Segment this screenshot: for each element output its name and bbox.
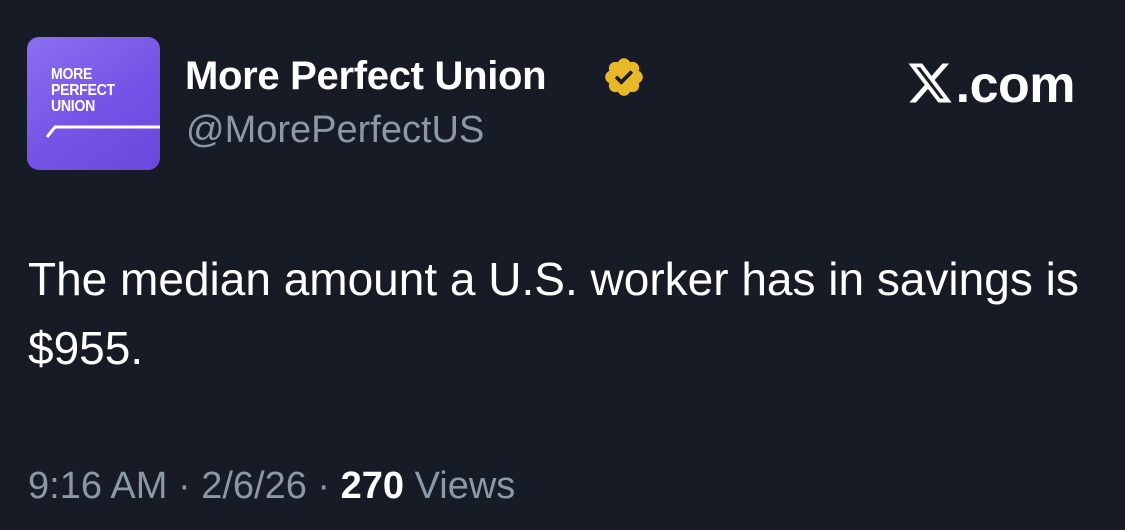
avatar-logo-text: MORE PERFECT UNION: [51, 67, 139, 115]
user-handle[interactable]: @MorePerfectUS: [186, 107, 484, 153]
avatar[interactable]: MORE PERFECT UNION: [27, 37, 160, 170]
display-name[interactable]: More Perfect Union: [185, 52, 547, 100]
avatar-logo-line: MORE: [51, 66, 93, 83]
brand-text: .com: [955, 56, 1076, 114]
views-label: Views: [404, 465, 516, 507]
brand-watermark: .com: [906, 55, 1076, 115]
avatar-logo-line: UNION: [51, 98, 96, 115]
meta-separator: ·: [306, 465, 341, 507]
meta-separator: ·: [167, 465, 202, 507]
tweet-card: MORE PERFECT UNION More Perfect Union @M…: [0, 0, 1125, 530]
tweet-time[interactable]: 9:16 AM: [28, 465, 167, 507]
verified-badge-icon: [605, 58, 643, 96]
views-count: 270: [340, 465, 405, 507]
tweet-text: The median amount a U.S. worker has in s…: [28, 253, 1079, 374]
avatar-logo-line: PERFECT: [51, 82, 115, 99]
tweet-date[interactable]: 2/6/26: [201, 465, 307, 507]
tweet-meta: 9:16 AM · 2/6/26 · 270 Views: [28, 462, 515, 510]
x-logo-icon: [908, 63, 952, 103]
